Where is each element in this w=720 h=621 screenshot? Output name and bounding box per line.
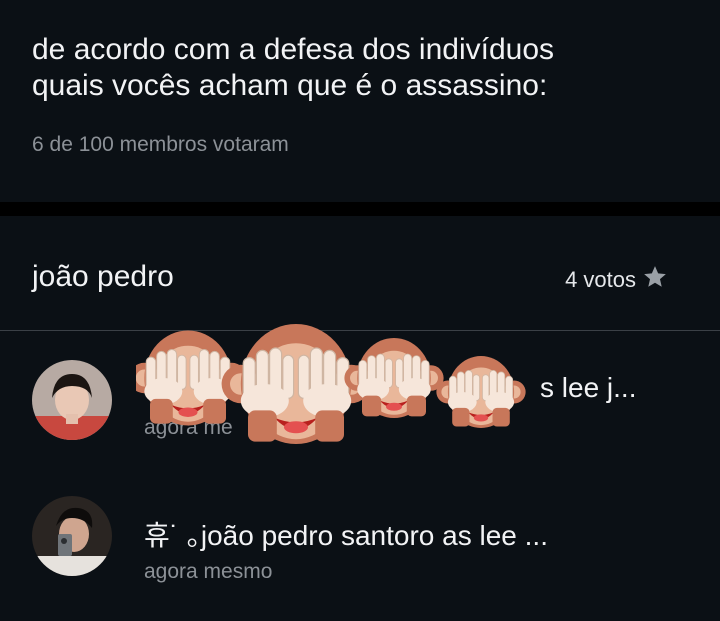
poll-option-votes: 4 votos xyxy=(565,267,636,292)
voter-avatar[interactable] xyxy=(32,360,112,440)
poll-results-screen: de acordo com a defesa dos indivíduos qu… xyxy=(0,0,720,621)
voter-name: s lee j... xyxy=(540,372,637,403)
poll-question: de acordo com a defesa dos indivíduos qu… xyxy=(32,32,554,104)
user-avatar-icon xyxy=(32,360,112,440)
voter-list-item[interactable]: 휴˙ ｡joão pedro santoro as lee ... agora … xyxy=(0,486,720,586)
votes-summary: 6 de 100 membros votaram xyxy=(32,133,289,156)
poll-option-header[interactable]: joão pedro 4 votos xyxy=(0,216,720,331)
poll-option-name: joão pedro xyxy=(32,260,174,293)
see-no-evil-monkey-icon xyxy=(136,323,527,445)
voter-avatar[interactable] xyxy=(32,496,112,576)
star-icon[interactable] xyxy=(642,264,668,290)
voter-time: agora mesmo xyxy=(144,560,273,583)
poll-question-line-2: quais vocês acham que é o assassino: xyxy=(32,69,548,102)
section-divider xyxy=(0,202,720,216)
voter-name: 휴˙ ｡joão pedro santoro as lee ... xyxy=(144,520,548,551)
poll-question-line-1: de acordo com a defesa dos indivíduos xyxy=(32,33,554,66)
user-avatar-icon xyxy=(32,496,112,576)
